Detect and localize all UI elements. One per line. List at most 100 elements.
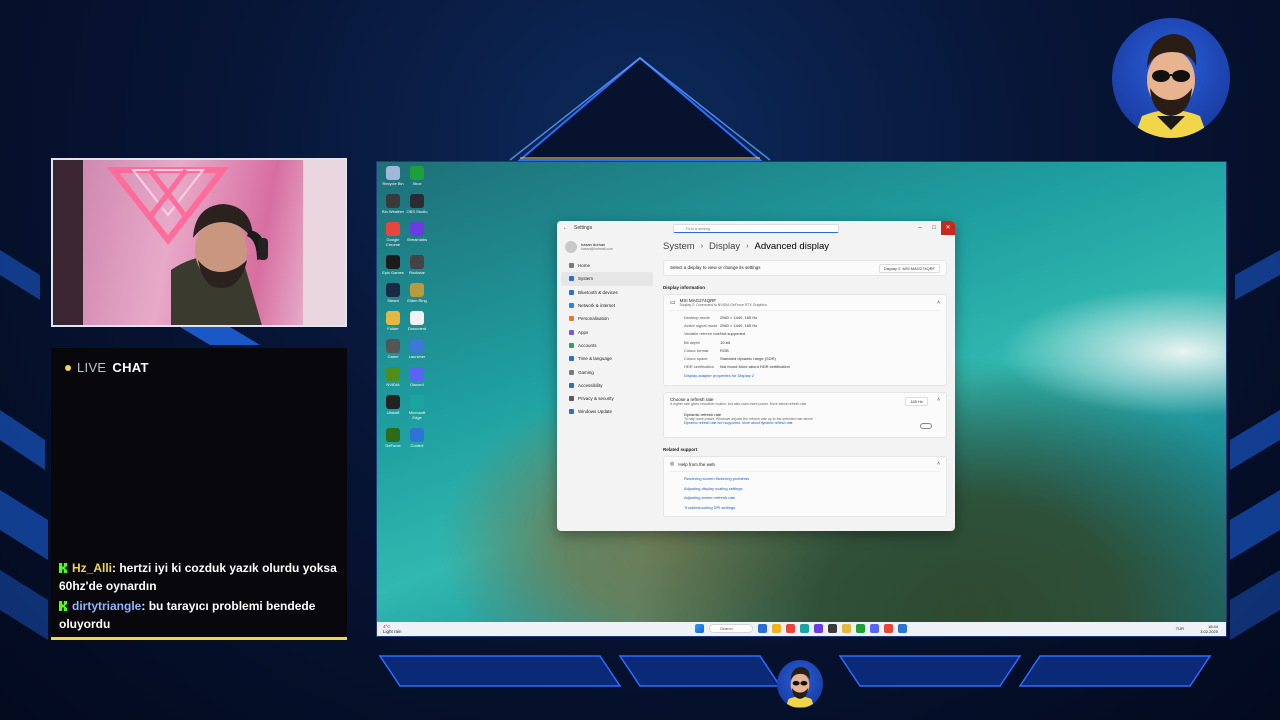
taskbar-app-icon[interactable] xyxy=(758,624,767,633)
nav-item[interactable]: Home xyxy=(561,259,653,272)
info-value: RGB xyxy=(720,347,729,353)
dynamic-note: Dynamic refresh rate isn't supported. Mo… xyxy=(684,421,793,426)
taskbar-app-icon[interactable] xyxy=(800,624,809,633)
desktop-icon-label: Rockstar xyxy=(409,270,425,275)
taskbar-app-icon[interactable] xyxy=(828,624,837,633)
nav-item-label: Network & internet xyxy=(578,303,616,309)
nav-item[interactable]: Gaming xyxy=(561,365,653,378)
desktop-icon[interactable]: Ubisoft xyxy=(381,395,405,415)
app-icon xyxy=(386,255,400,269)
desktop-icon[interactable]: Elden Ring xyxy=(405,283,429,303)
nav-item-label: Bluetooth & devices xyxy=(578,289,618,295)
kick-badge-icon xyxy=(59,563,67,573)
close-button[interactable]: ✕ xyxy=(941,221,955,235)
desktop-icon[interactable]: Rockstar xyxy=(405,255,429,275)
nav-item[interactable]: System xyxy=(561,272,653,286)
monitor-row[interactable]: ▭ MSI MAG274QRF Display 2: Connected to … xyxy=(670,298,940,311)
desktop-icon[interactable]: Microsoft Edge xyxy=(405,395,429,420)
chat-username[interactable]: Hz_Alli xyxy=(72,561,112,575)
info-row: Active signal mode 2560 × 1440, 165 Hz xyxy=(670,322,940,330)
taskbar-app-icon[interactable] xyxy=(870,624,879,633)
app-icon xyxy=(386,222,400,236)
taskbar-apps: Search xyxy=(695,624,907,633)
nav-item[interactable]: Privacy & security xyxy=(561,392,653,405)
maximize-button[interactable]: □ xyxy=(927,221,941,235)
desktop-icon[interactable]: Game xyxy=(381,339,405,359)
chevron-up-icon[interactable]: ˄ xyxy=(937,300,940,306)
desktop-icon-grid: Recycle Bin Xbox Bin Weather OBS Studio Goog… xyxy=(381,166,433,456)
nav-item-label: Privacy & security xyxy=(578,396,614,402)
nav-item[interactable]: Accessibility xyxy=(561,379,653,392)
desktop-icon[interactable]: Launcher xyxy=(405,339,429,359)
chevron-up-icon[interactable]: ˄ xyxy=(937,397,940,403)
refresh-rate-select[interactable]: 165 Hz xyxy=(905,397,928,407)
taskbar: 4°C Light rain Search TUR 18:44 3.02.202… xyxy=(377,622,1226,636)
nav-item[interactable]: Personalisation xyxy=(561,312,653,325)
desktop-icon[interactable]: Xbox xyxy=(405,166,429,186)
help-link[interactable]: Adjusting screen refresh rate xyxy=(670,493,940,503)
taskbar-app-icon[interactable] xyxy=(856,624,865,633)
back-arrow-icon[interactable]: ← xyxy=(563,225,568,231)
chevron-up-icon[interactable]: ˄ xyxy=(937,461,940,467)
desktop-icon[interactable]: Bin Weather xyxy=(381,194,405,214)
desktop-icon-label: Microsoft Edge xyxy=(408,410,426,420)
app-icon xyxy=(386,311,400,325)
taskbar-app-icon[interactable] xyxy=(884,624,893,633)
windows-start-icon[interactable] xyxy=(695,624,704,633)
taskbar-search-input[interactable]: Search xyxy=(709,624,753,633)
desktop-icon[interactable]: NVIDIA xyxy=(381,367,405,387)
desktop-icon-label: Control xyxy=(410,443,424,448)
desktop-icon[interactable]: GeForce xyxy=(381,428,405,448)
help-link[interactable]: Troubleshooting DPI settings xyxy=(670,503,940,513)
desktop-icon[interactable]: Document xyxy=(405,311,429,331)
help-row[interactable]: ◎ Help from the web ˄ xyxy=(670,461,940,473)
nav-item[interactable]: Time & language xyxy=(561,352,653,365)
avatar-cartoon-icon xyxy=(1134,34,1208,138)
taskbar-app-icon[interactable] xyxy=(772,624,781,633)
app-icon xyxy=(410,194,424,208)
app-icon xyxy=(410,166,424,180)
adapter-properties-link[interactable]: Display adapter properties for Display 2 xyxy=(670,371,940,381)
desktop-icon-label: Bin Weather xyxy=(382,209,404,214)
desktop-icon[interactable]: Streamlabs xyxy=(405,222,429,242)
desktop-icon[interactable]: OBS Studio xyxy=(405,194,429,214)
nav-item[interactable]: Network & internet xyxy=(561,299,653,312)
nav-item[interactable]: Bluetooth & devices xyxy=(561,286,653,299)
chat-username[interactable]: dirtytriangle xyxy=(72,599,141,613)
app-icon xyxy=(410,395,424,409)
breadcrumb-display[interactable]: Display xyxy=(709,241,740,252)
help-link[interactable]: Adjusting display scaling settings xyxy=(670,484,940,494)
live-dot-icon xyxy=(65,364,71,371)
nav-item-label: Accounts xyxy=(578,342,597,348)
desktop-icon[interactable]: Control xyxy=(405,428,429,448)
taskbar-app-icon[interactable] xyxy=(842,624,851,633)
nav-item-icon xyxy=(569,276,574,282)
system-tray: TUR 18:44 3.02.2025 xyxy=(1176,624,1218,634)
desktop-icon[interactable]: Discord xyxy=(405,367,429,387)
display-select[interactable]: Display 2: MSI MAG274QRF xyxy=(878,264,940,273)
taskbar-app-icon[interactable] xyxy=(814,624,823,633)
desktop-icon[interactable]: Steam xyxy=(381,283,405,303)
taskbar-app-icon[interactable] xyxy=(898,624,907,633)
settings-nav: hasan duman hasan@hotmail.com Home System… xyxy=(557,235,657,531)
tray-date[interactable]: 3.02.2025 xyxy=(1200,629,1218,634)
help-link[interactable]: Resolving screen flickering problems xyxy=(670,474,940,484)
minimize-button[interactable]: – xyxy=(913,221,927,235)
nav-item[interactable]: Accounts xyxy=(561,339,653,352)
desktop-icon[interactable]: Epic Games xyxy=(381,255,405,275)
info-key: Colour space xyxy=(684,356,708,362)
nav-item[interactable]: Windows Update xyxy=(561,405,653,418)
nav-item[interactable]: Apps xyxy=(561,325,653,338)
profile[interactable]: hasan duman hasan@hotmail.com xyxy=(557,235,657,259)
desktop-icon[interactable]: Recycle Bin xyxy=(381,166,405,186)
breadcrumb-system[interactable]: System xyxy=(663,241,695,252)
tray-language[interactable]: TUR xyxy=(1176,626,1184,631)
display-info-header: Display information xyxy=(663,285,706,290)
desktop-icon[interactable]: Google Chrome xyxy=(381,222,405,247)
settings-search-input[interactable]: Find a setting xyxy=(673,224,839,233)
dynamic-refresh-toggle[interactable] xyxy=(920,423,932,430)
nav-item-icon xyxy=(569,342,574,348)
taskbar-app-icon[interactable] xyxy=(786,624,795,633)
weather-widget[interactable]: 4°C Light rain xyxy=(383,624,402,634)
desktop-icon[interactable]: Folder xyxy=(381,311,405,331)
